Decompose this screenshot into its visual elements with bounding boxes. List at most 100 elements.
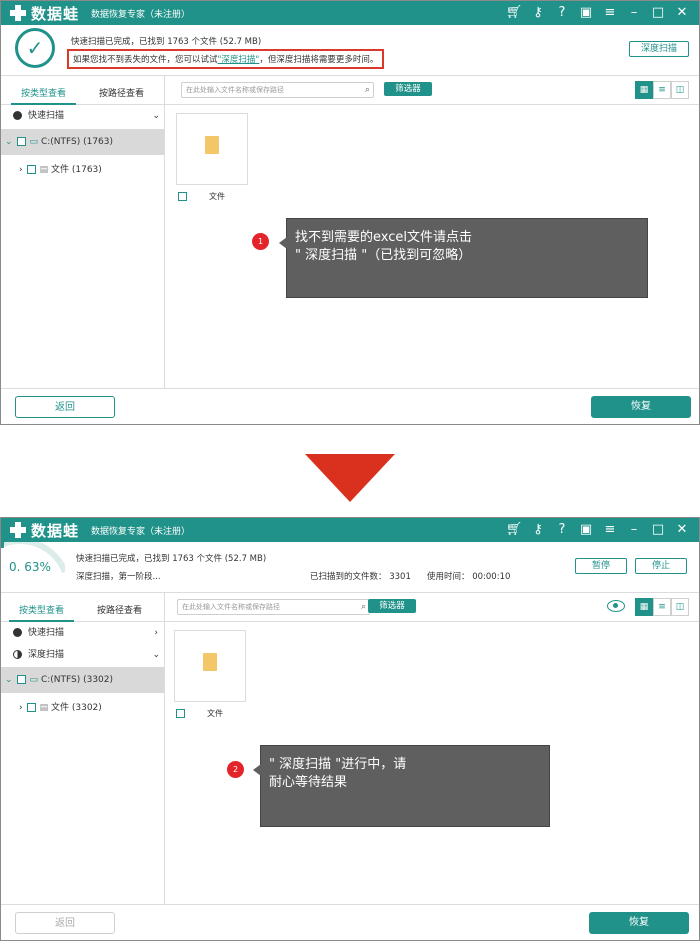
minimize-icon[interactable]: – [625,521,643,539]
tree-files[interactable]: › ▤ 文件 (1763) [1,159,164,181]
search-input[interactable]: 在此处输入文件名称或保存路径 ⌕ [181,82,374,98]
callout-line1: 找不到需要的excel文件请点击 [295,230,472,245]
scan-status-text: 快速扫描已完成，已找到 1763 个文件 (52.7 MB) [76,554,267,564]
tree-drive-c[interactable]: ⌄ ▭ C:(NTFS) (1763) [1,129,164,155]
menu-icon[interactable]: ≡ [601,4,619,22]
key-icon[interactable]: ⚷ [529,521,547,539]
close-icon[interactable]: ✕ [673,4,691,22]
search-placeholder: 在此处输入文件名称或保存路径 [182,603,280,611]
search-icon[interactable]: ⌕ [361,600,366,614]
left-panel: 按类型查看 按路径查看 快速扫描 ⌄ ⌄ ▭ C:(NTFS) (1763) › ▤… [1,76,165,388]
minimize-icon[interactable]: – [625,4,643,22]
file-tile[interactable] [176,113,248,185]
cart-icon[interactable]: 🛒︎ [505,4,523,22]
search-placeholder: 在此处输入文件名称或保存路径 [186,86,284,94]
files-checkbox[interactable] [26,703,36,712]
logo-cross-icon [9,521,27,539]
list-view-icon[interactable]: ≡ [653,598,671,616]
file-tile-label: 文件 [207,709,223,718]
tab-by-path[interactable]: 按路径查看 [99,86,144,99]
detail-view-icon[interactable]: ◫ [671,598,689,616]
view-tabs: 按类型查看 按路径查看 [1,593,164,622]
folder-icon [205,136,219,154]
hint-prefix: 如果您找不到丢失的文件，您可以试试 [73,55,218,65]
maximize-icon[interactable]: □ [649,4,667,22]
tree-quick-scan[interactable]: 快速扫描 › [1,622,164,644]
scan-progress-icon [13,650,22,659]
tab-by-path[interactable]: 按路径查看 [97,603,142,616]
close-icon[interactable]: ✕ [673,521,691,539]
pause-button[interactable]: 暂停 [575,558,627,574]
menu-icon[interactable]: ≡ [601,521,619,539]
tab-by-type[interactable]: 按类型查看 [19,603,64,616]
app-logo: 数据蛙 [9,521,80,540]
drive-checkbox[interactable] [16,675,26,684]
stop-button[interactable]: 停止 [635,558,687,574]
tree-drive-c[interactable]: ⌄ ▭ C:(NTFS) (3302) [1,667,164,693]
screenshot-bottom: 数据蛙 数据恢复专家（未注册） 🛒︎ ⚷ ? ▣ ≡ – □ ✕ 0. 63% … [0,517,700,941]
tree-quick-scan[interactable]: 快速扫描 ⌄ [1,105,164,127]
tree-deep-scan[interactable]: 深度扫描 ⌄ [1,644,164,666]
drive-checkbox[interactable] [16,137,26,146]
view-mode-buttons: ▦ ≡ ◫ [635,81,689,99]
content-toolbar: 在此处输入文件名称或保存路径 ⌕ 筛选器 ▦ ≡ ◫ [165,593,699,622]
tip-callout: " 深度扫描 "进行中，请 耐心等待结果 [253,745,550,827]
filter-button[interactable]: 筛选器 [368,599,416,613]
found-label: 已扫描到的文件数： [310,572,387,582]
restore-button[interactable]: 恢复 [591,396,691,418]
tip-callout: 找不到需要的excel文件请点击 " 深度扫描 "（已找到可忽略） [279,218,648,298]
title-bar: 数据蛙 数据恢复专家（未注册） 🛒︎ ⚷ ? ▣ ≡ – □ ✕ [1,1,699,25]
bottom-bar: 返回 恢复 [1,904,699,940]
grid-view-icon[interactable]: ▦ [635,598,653,616]
scan-status-text: 快速扫描已完成，已找到 1763 个文件 (52.7 MB) [71,37,262,47]
app-logo: 数据蛙 [9,4,80,23]
window-title: 数据恢复专家（未注册） [91,527,191,537]
detail-view-icon[interactable]: ◫ [671,81,689,99]
search-input[interactable]: 在此处输入文件名称或保存路径 ⌕ [177,599,370,615]
callout-line2: 耐心等待结果 [269,775,348,790]
files-label: 文件 (1763) [51,165,102,175]
deep-scan-hint: 如果您找不到丢失的文件，您可以试试"深度扫描"，但深度扫描将需要更多时间。 [67,49,385,69]
deep-scan-button[interactable]: 深度扫描 [629,41,689,57]
tree-files[interactable]: › ▤ 文件 (3302) [1,697,164,719]
back-button[interactable]: 返回 [15,912,115,934]
restore-button[interactable]: 恢复 [589,912,689,934]
save-icon[interactable]: ▣ [577,4,595,22]
file-type-icon: ▤ [39,165,49,175]
tree-quick-scan-label: 快速扫描 [28,628,65,638]
chevron-down-icon[interactable]: ⌄ [152,105,160,127]
scan-status-area: ✓ 快速扫描已完成，已找到 1763 个文件 (52.7 MB) 如果您找不到丢… [1,25,699,76]
grid-view-icon[interactable]: ▦ [635,81,653,99]
chevron-down-icon[interactable]: ⌄ [5,137,13,147]
filter-button[interactable]: 筛选器 [384,82,432,96]
logo-text: 数据蛙 [31,521,80,540]
file-tile-checkbox[interactable] [176,709,185,718]
scan-done-icon [13,111,22,120]
key-icon[interactable]: ⚷ [529,4,547,22]
chevron-down-icon[interactable]: ⌄ [5,675,13,685]
step-marker: 2 [227,761,244,778]
file-tile[interactable] [174,630,246,702]
back-button[interactable]: 返回 [15,396,115,418]
chevron-down-icon[interactable]: ⌄ [152,644,160,666]
cart-icon[interactable]: 🛒︎ [505,521,523,539]
chevron-right-icon[interactable]: › [154,622,158,644]
time-label: 使用时间： [427,572,470,582]
deep-scan-link[interactable]: "深度扫描" [218,55,260,65]
chevron-right-icon[interactable]: › [19,159,23,181]
tab-by-type[interactable]: 按类型查看 [21,86,66,99]
file-tile-checkbox[interactable] [178,192,187,201]
preview-eye-icon[interactable] [607,600,625,612]
transition-arrow-icon [305,454,395,502]
help-icon[interactable]: ? [553,4,571,22]
logo-text: 数据蛙 [31,4,80,23]
search-icon[interactable]: ⌕ [365,83,370,97]
deep-scan-phase: 深度扫描，第一阶段... [76,572,161,582]
drive-icon: ▭ [29,137,39,147]
save-icon[interactable]: ▣ [577,521,595,539]
help-icon[interactable]: ? [553,521,571,539]
files-checkbox[interactable] [26,165,36,174]
chevron-right-icon[interactable]: › [19,697,23,719]
list-view-icon[interactable]: ≡ [653,81,671,99]
maximize-icon[interactable]: □ [649,521,667,539]
